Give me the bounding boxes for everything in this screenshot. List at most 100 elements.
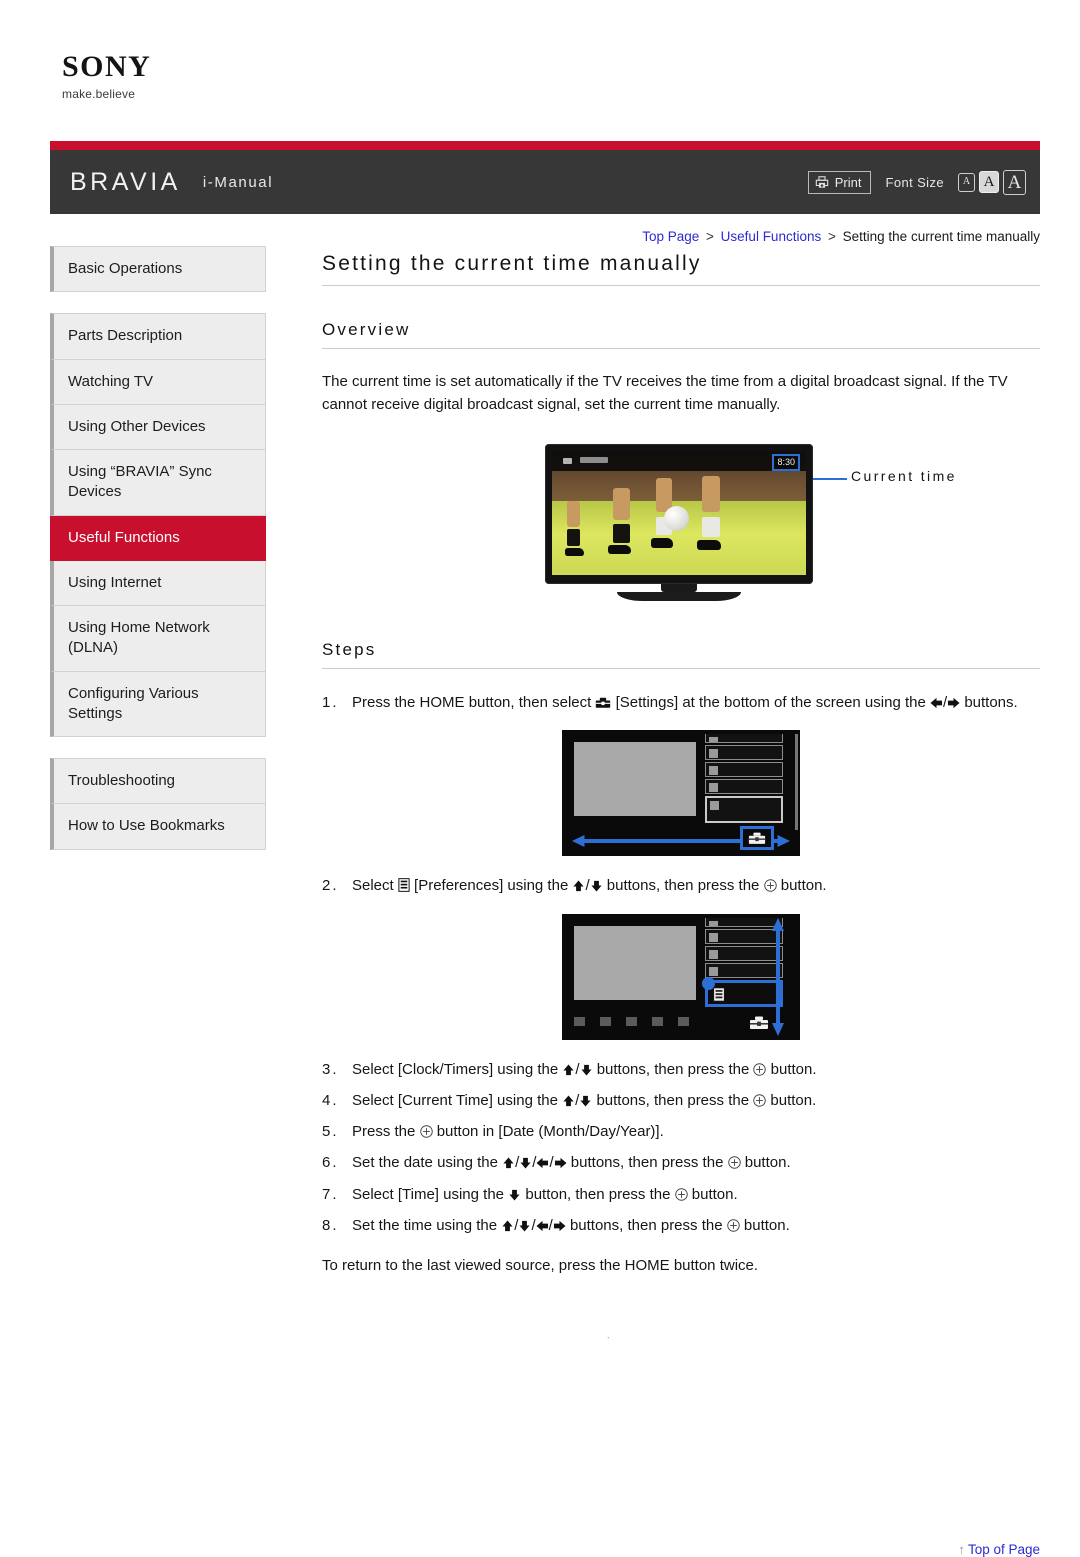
sidebar-item-useful-functions[interactable]: Useful Functions (50, 515, 266, 561)
arrow-down-icon (518, 1216, 531, 1239)
menu-row-icon (709, 766, 718, 776)
tv-device: 8:30 (545, 444, 813, 601)
menu-dot (652, 1017, 663, 1026)
menu-diagram-preferences (322, 913, 1040, 1040)
step-text: Set the date using the / / / buttons, then… (352, 1151, 1040, 1176)
steps-divider (322, 668, 1040, 669)
breadcrumb-separator: > (706, 229, 714, 244)
top-of-page-link[interactable]: ↑ Top of Page (958, 1542, 1040, 1557)
step-number: 5. (322, 1123, 339, 1140)
sidebar-item-using-other-devices[interactable]: Using Other Devices (50, 404, 266, 450)
tv-screen: 8:30 (552, 451, 806, 575)
page-artifact-mark: ` (607, 1336, 610, 1346)
font-size-label: Font Size (885, 174, 944, 190)
arrow-up-icon (572, 876, 585, 899)
toolbox-icon (748, 832, 766, 845)
steps-section: Steps 1. Press the HOME button, then sel… (322, 640, 1040, 1274)
breadcrumb-item-top-page[interactable]: Top Page (642, 229, 699, 244)
arrow-right-icon (947, 693, 960, 716)
font-size-small-button[interactable]: A (958, 172, 975, 192)
step-number: 4. (322, 1091, 339, 1109)
sidebar-item-troubleshooting[interactable]: Troubleshooting (50, 758, 266, 805)
tv-menu-mockup (562, 730, 800, 857)
sidebar-item-parts-description[interactable]: Parts Description (50, 313, 266, 360)
breadcrumb-separator: > (827, 229, 836, 244)
font-size-large-button[interactable]: A (1003, 169, 1026, 195)
breadcrumb-item-useful-functions[interactable]: Useful Functions (721, 229, 822, 244)
menu-row (705, 762, 783, 778)
sidebar-item-watching-tv[interactable]: Watching TV (50, 359, 266, 405)
arrow-right-icon (553, 1216, 566, 1239)
step-item: 4. Select [Current Time] using the / but… (322, 1089, 1040, 1114)
player-sock (567, 529, 581, 547)
main-content: Setting the current time manually Overvi… (322, 252, 1040, 1557)
sidebar-item-using-home-network-dlna[interactable]: Using Home Network (DLNA) (50, 606, 266, 672)
imanual-label: i-Manual (202, 173, 274, 191)
sidebar-item-using-internet[interactable]: Using Internet (50, 560, 266, 606)
step-item: 1. Press the HOME button, then select [S… (322, 691, 1040, 716)
arrow-down-icon (590, 876, 603, 899)
arrow-up-icon: ↑ (958, 1542, 965, 1557)
menu-bottom-bar (570, 826, 792, 851)
overview-heading: Overview (322, 320, 411, 339)
current-time-display: 8:30 (772, 454, 800, 471)
steps-heading: Steps (322, 640, 377, 659)
overview-divider (322, 348, 1040, 349)
breadcrumb-item-current: Setting the current time manually (842, 229, 1040, 244)
tv-info-bar: 8:30 (552, 451, 806, 471)
step-item: 8. Set the time using the / / / buttons, t… (322, 1214, 1040, 1239)
sidebar-item-basic-operations[interactable]: Basic Operations (50, 246, 266, 293)
print-button[interactable]: Print (807, 170, 872, 194)
header-bar: BRAVIA i-Manual Print Font Size A A A (50, 150, 1040, 214)
step-number: 8. (322, 1216, 339, 1234)
enter-icon (727, 1153, 741, 1176)
printer-icon (815, 175, 829, 189)
menu-row (705, 779, 783, 795)
step-list: 1. Press the HOME button, then select [S… (322, 691, 1040, 716)
arrow-up-icon (562, 1091, 575, 1114)
menu-dot (574, 1017, 585, 1026)
page-title: Setting the current time manually (322, 252, 702, 275)
breadcrumb: Top Page > Useful Functions > Setting th… (642, 229, 1040, 244)
step-number: 3. (322, 1060, 339, 1078)
tv-bezel: 8:30 (545, 444, 813, 584)
step-number: 7. (322, 1185, 339, 1203)
sidebar-item-how-to-use-bookmarks[interactable]: How to Use Bookmarks (50, 804, 266, 850)
step-text: Set the time using the / / / buttons, then… (352, 1214, 1040, 1239)
soccer-ball (663, 505, 689, 531)
player-leg (612, 488, 630, 521)
menu-row-list (705, 734, 783, 825)
vertical-arrow-indicator (772, 917, 784, 1036)
step-text: Select [Preferences] using the / buttons… (352, 874, 1040, 899)
font-size-medium-button[interactable]: A (979, 171, 999, 193)
toolbox-icon (750, 1016, 768, 1029)
menu-scrollbar (795, 734, 798, 831)
closing-note: To return to the last viewed source, pre… (322, 1257, 759, 1274)
settings-toolbox (746, 1014, 772, 1032)
menu-row-icon (709, 737, 718, 743)
menu-row (705, 734, 783, 744)
menu-row-icon (709, 966, 718, 976)
tv-menu-mockup (562, 913, 800, 1040)
arrow-up-icon (501, 1216, 514, 1239)
header-controls: Print Font Size A A A (807, 169, 1026, 195)
player-boot (607, 545, 631, 555)
menu-row-icon (709, 920, 718, 926)
player-sock (612, 524, 630, 544)
sidebar-item-using-bravia-sync-devices[interactable]: Using “BRAVIA” Sync Devices (50, 450, 266, 516)
arrow-left-icon (536, 1153, 549, 1176)
bravia-wordmark: BRAVIA (70, 167, 181, 196)
step-item: 3. Select [Clock/Timers] using the / but… (322, 1058, 1040, 1083)
menu-row-icon (709, 749, 718, 759)
menu-preview-panel (574, 925, 696, 1000)
arrow-up-icon (562, 1060, 575, 1083)
channel-badge-icon (563, 458, 572, 464)
enter-icon (763, 876, 777, 899)
tv-illustration: 8:30 Current time (322, 444, 1040, 616)
arrow-down-icon (519, 1153, 532, 1176)
sidebar-item-configuring-various-settings[interactable]: Configuring Various Settings (50, 671, 266, 737)
arrow-up-icon (502, 1153, 515, 1176)
arrow-left-icon (536, 1216, 549, 1239)
title-divider (322, 285, 1040, 286)
player-leg (701, 475, 720, 512)
